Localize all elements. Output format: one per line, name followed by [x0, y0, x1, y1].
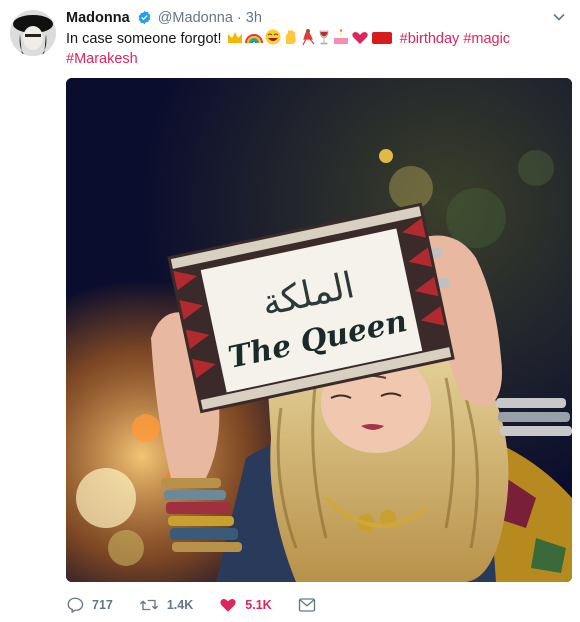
timestamp[interactable]: 3h	[246, 10, 262, 26]
emoji-sequence	[227, 29, 392, 46]
reply-button[interactable]: 717	[66, 596, 113, 614]
direct-message-button[interactable]	[298, 597, 324, 613]
tweet-text: In case someone forgot! #birthday #magic…	[66, 28, 556, 69]
direct-message-icon	[298, 598, 315, 612]
heart-icon	[220, 599, 236, 612]
reply-icon	[67, 597, 84, 613]
tweet-actions: 717 1.4K 5.1K	[66, 594, 350, 616]
hashtags-line-1[interactable]: #birthday #magic	[400, 31, 510, 47]
like-button[interactable]: 5.1K	[219, 596, 272, 614]
reply-count: 717	[92, 598, 113, 612]
verified-badge-icon	[138, 10, 151, 25]
like-count: 5.1K	[245, 598, 272, 612]
handle[interactable]: @Madonna	[158, 10, 233, 26]
tweet-photo[interactable]: الملكة The Queen	[66, 78, 572, 582]
avatar[interactable]	[10, 10, 56, 56]
retweet-count: 1.4K	[166, 598, 194, 612]
tweet-header: Madonna @Madonna · 3h	[66, 8, 550, 28]
chevron-down-icon[interactable]	[552, 10, 566, 24]
tweet-body: In case someone forgot!	[66, 31, 222, 47]
display-name[interactable]: Madonna	[66, 10, 130, 26]
retweet-icon	[139, 599, 158, 611]
retweet-button[interactable]: 1.4K	[139, 596, 193, 614]
separator-dot: ·	[236, 10, 242, 26]
hashtags-line-2[interactable]: #Marakesh	[66, 51, 138, 67]
